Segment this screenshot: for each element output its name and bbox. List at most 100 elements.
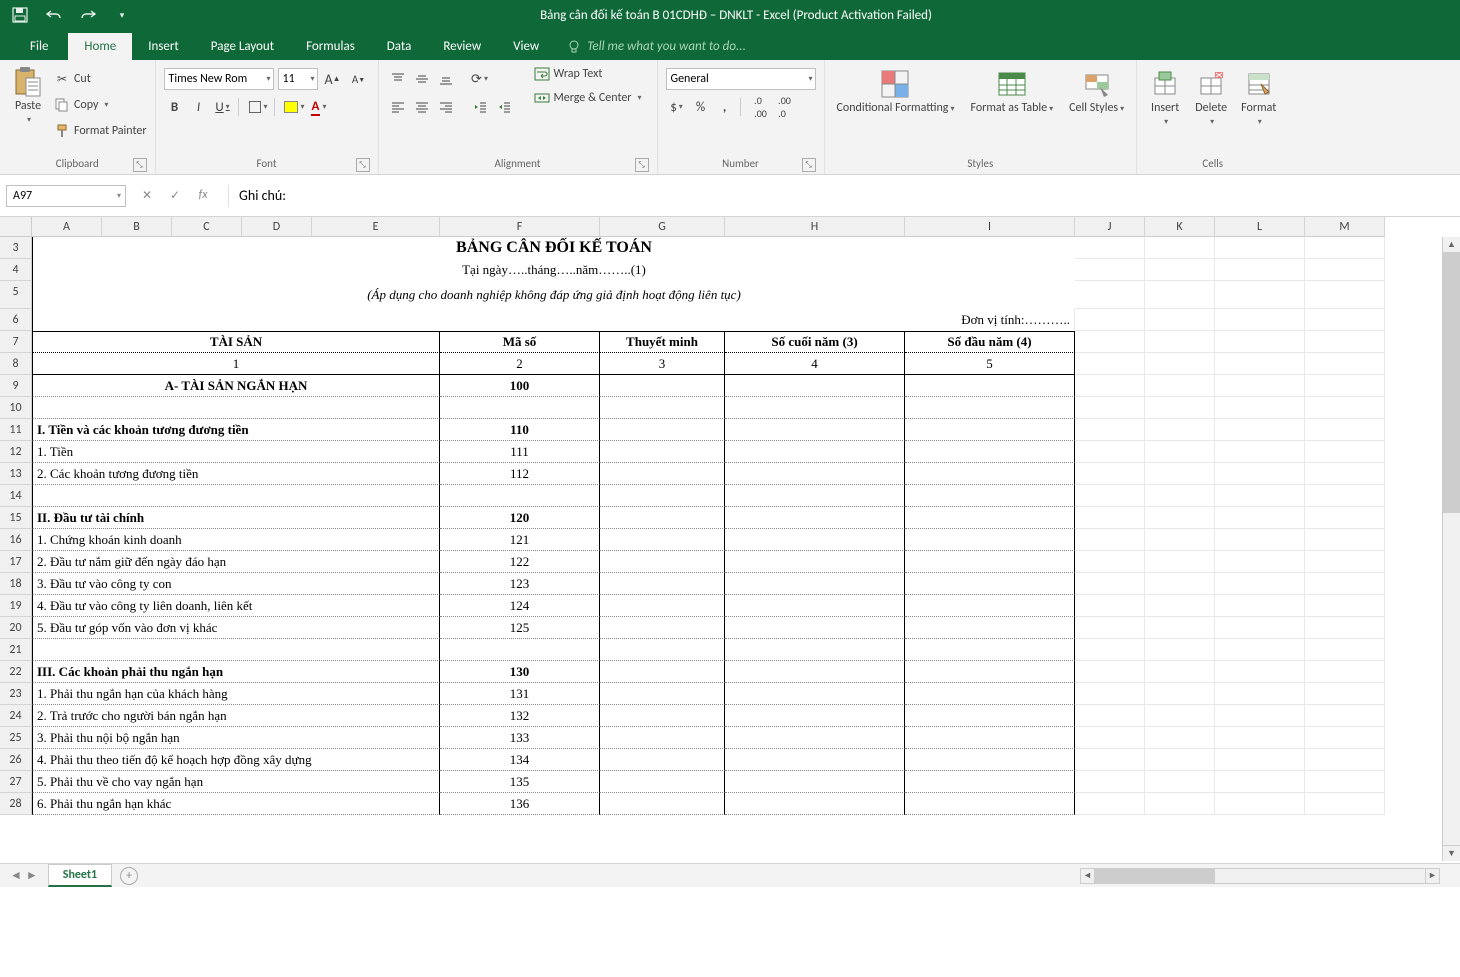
tab-review[interactable]: Review xyxy=(427,33,497,60)
horizontal-scrollbar[interactable]: ◄ ► xyxy=(1080,868,1440,884)
cell[interactable]: 5. Đầu tư góp vốn vào đơn vị khác xyxy=(32,617,440,639)
cell[interactable] xyxy=(905,485,1075,507)
cell[interactable]: 1 xyxy=(32,353,440,375)
cell[interactable]: Số cuối năm (3) xyxy=(725,331,905,353)
cell[interactable]: 135 xyxy=(440,771,600,793)
delete-cells-button[interactable]: Delete▾ xyxy=(1191,66,1231,130)
col-header-M[interactable]: M xyxy=(1305,217,1385,237)
cell[interactable] xyxy=(1305,463,1385,485)
cell[interactable] xyxy=(440,485,600,507)
col-header-A[interactable]: A xyxy=(32,217,102,237)
align-top-icon[interactable] xyxy=(387,68,409,90)
cell[interactable]: I. Tiền và các khoản tương đương tiền xyxy=(32,419,440,441)
cell[interactable] xyxy=(1145,617,1215,639)
cell[interactable] xyxy=(600,617,725,639)
copy-button[interactable]: Copy▾ xyxy=(54,94,147,116)
cell[interactable] xyxy=(1145,727,1215,749)
align-left-icon[interactable] xyxy=(387,96,409,118)
cell[interactable] xyxy=(1305,259,1385,281)
cell[interactable] xyxy=(1145,419,1215,441)
cut-button[interactable]: ✂Cut xyxy=(54,68,147,90)
scroll-right-icon[interactable]: ► xyxy=(1425,869,1439,883)
cell[interactable] xyxy=(725,551,905,573)
cell[interactable] xyxy=(1075,529,1145,551)
col-header-H[interactable]: H xyxy=(725,217,905,237)
row-header-16[interactable]: 16 xyxy=(0,529,31,551)
row-header-12[interactable]: 12 xyxy=(0,441,31,463)
cell[interactable] xyxy=(725,595,905,617)
col-header-F[interactable]: F xyxy=(440,217,600,237)
conditional-formatting-button[interactable]: Conditional Formatting▾ xyxy=(833,66,959,117)
cell[interactable] xyxy=(905,573,1075,595)
row-header-19[interactable]: 19 xyxy=(0,595,31,617)
cell[interactable] xyxy=(600,727,725,749)
cell[interactable] xyxy=(1215,463,1305,485)
cell[interactable]: III. Các khoản phải thu ngắn hạn xyxy=(32,661,440,683)
cell[interactable] xyxy=(725,661,905,683)
tab-file[interactable]: File xyxy=(10,33,68,60)
cell[interactable] xyxy=(1075,661,1145,683)
tell-me-search[interactable]: Tell me what you want to do... xyxy=(555,33,758,60)
cell[interactable] xyxy=(1145,551,1215,573)
cell[interactable]: 3 xyxy=(600,353,725,375)
cell[interactable] xyxy=(1145,375,1215,397)
cell[interactable] xyxy=(1145,661,1215,683)
col-header-B[interactable]: B xyxy=(102,217,172,237)
cell[interactable] xyxy=(1215,281,1305,309)
cell[interactable] xyxy=(32,309,440,331)
tab-home[interactable]: Home xyxy=(68,33,132,60)
cell[interactable] xyxy=(1145,309,1215,331)
cell[interactable]: II. Đầu tư tài chính xyxy=(32,507,440,529)
cell[interactable] xyxy=(440,639,600,661)
cell[interactable]: 133 xyxy=(440,727,600,749)
cell[interactable] xyxy=(1305,353,1385,375)
sheet-tab-sheet1[interactable]: Sheet1 xyxy=(48,864,112,887)
cell[interactable] xyxy=(1215,595,1305,617)
cell[interactable]: 6. Phải thu ngắn hạn khác xyxy=(32,793,440,815)
cell[interactable] xyxy=(1215,259,1305,281)
cell[interactable] xyxy=(1145,595,1215,617)
cell[interactable] xyxy=(1305,639,1385,661)
cell[interactable] xyxy=(1145,705,1215,727)
cell[interactable] xyxy=(1215,573,1305,595)
cell[interactable]: (Áp dụng cho doanh nghiệp không đáp ứng … xyxy=(32,281,1075,309)
cell[interactable] xyxy=(1145,749,1215,771)
font-color-button[interactable]: A▾ xyxy=(308,96,330,118)
cell[interactable] xyxy=(905,617,1075,639)
italic-button[interactable]: I xyxy=(188,96,210,118)
cell[interactable]: 2. Đầu tư nắm giữ đến ngày đáo hạn xyxy=(32,551,440,573)
cell[interactable] xyxy=(725,705,905,727)
cell[interactable] xyxy=(1215,375,1305,397)
cells-area[interactable]: BẢNG CÂN ĐỐI KẾ TOÁNTại ngày…..tháng…..n… xyxy=(32,237,1385,815)
decrease-indent-icon[interactable] xyxy=(469,96,491,118)
row-header-25[interactable]: 25 xyxy=(0,727,31,749)
cell[interactable] xyxy=(1075,705,1145,727)
cell[interactable] xyxy=(600,705,725,727)
cell[interactable] xyxy=(905,419,1075,441)
col-header-K[interactable]: K xyxy=(1145,217,1215,237)
cell[interactable] xyxy=(1215,705,1305,727)
tab-formulas[interactable]: Formulas xyxy=(290,33,371,60)
cell[interactable] xyxy=(1075,507,1145,529)
cell[interactable] xyxy=(600,793,725,815)
cell[interactable]: 4. Đầu tư vào công ty liên doanh, liên k… xyxy=(32,595,440,617)
cell[interactable] xyxy=(1215,485,1305,507)
row-header-4[interactable]: 4 xyxy=(0,259,31,281)
redo-icon[interactable] xyxy=(78,5,98,25)
cell[interactable]: 121 xyxy=(440,529,600,551)
cell[interactable] xyxy=(1305,507,1385,529)
vertical-scrollbar[interactable]: ▲ ▼ xyxy=(1442,237,1460,861)
cell[interactable] xyxy=(1075,375,1145,397)
cell[interactable] xyxy=(1215,237,1305,259)
cell[interactable] xyxy=(1145,771,1215,793)
row-header-24[interactable]: 24 xyxy=(0,705,31,727)
cell[interactable] xyxy=(1215,331,1305,353)
cell[interactable] xyxy=(1215,683,1305,705)
cell[interactable] xyxy=(1145,463,1215,485)
cell[interactable] xyxy=(905,397,1075,419)
cell[interactable]: 112 xyxy=(440,463,600,485)
cell[interactable]: Thuyết minh xyxy=(600,331,725,353)
decrease-font-icon[interactable]: A▼ xyxy=(348,68,370,90)
cell[interactable] xyxy=(1075,771,1145,793)
format-as-table-button[interactable]: Format as Table▾ xyxy=(966,66,1057,117)
